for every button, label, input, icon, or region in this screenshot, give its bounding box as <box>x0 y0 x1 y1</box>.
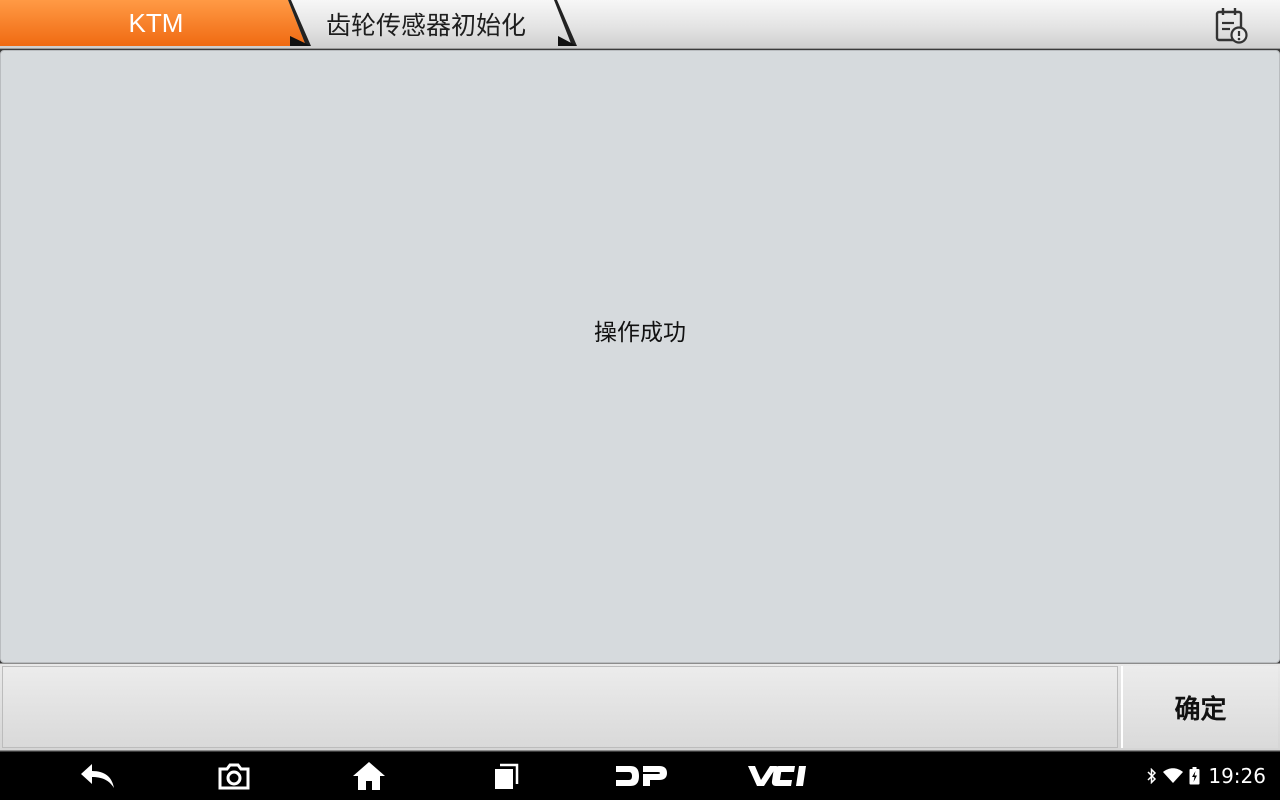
status-area: 19:26 <box>1147 752 1266 800</box>
back-icon[interactable] <box>68 752 128 800</box>
camera-icon[interactable] <box>204 752 264 800</box>
vci-icon[interactable] <box>742 752 814 800</box>
system-nav-bar: 19:26 <box>0 752 1280 800</box>
home-icon[interactable] <box>339 752 399 800</box>
dp-logo <box>616 766 667 786</box>
status-message: 操作成功 <box>594 320 686 346</box>
wifi-icon <box>1163 768 1184 783</box>
breadcrumb-page[interactable]: 齿轮传感器初始化 <box>296 0 586 48</box>
breadcrumb-brand[interactable]: KTM <box>0 0 312 48</box>
clock: 19:26 <box>1208 764 1266 788</box>
report-warning-icon[interactable] <box>1210 4 1252 46</box>
main-panel: 操作成功 <box>0 50 1280 663</box>
recents-icon[interactable] <box>476 752 536 800</box>
page-title: 齿轮传感器初始化 <box>326 11 527 40</box>
confirm-button[interactable]: 确定 <box>1121 666 1278 748</box>
vci-logo <box>748 766 806 786</box>
action-bar-empty-area <box>2 666 1118 748</box>
top-header: KTM 齿轮传感器初始化 <box>0 0 1280 49</box>
dp-icon[interactable] <box>608 752 674 800</box>
breadcrumb-brand-label: KTM <box>128 7 184 38</box>
bluetooth-icon <box>1147 768 1157 784</box>
battery-icon <box>1189 767 1200 785</box>
action-bar: 确定 <box>0 663 1280 751</box>
